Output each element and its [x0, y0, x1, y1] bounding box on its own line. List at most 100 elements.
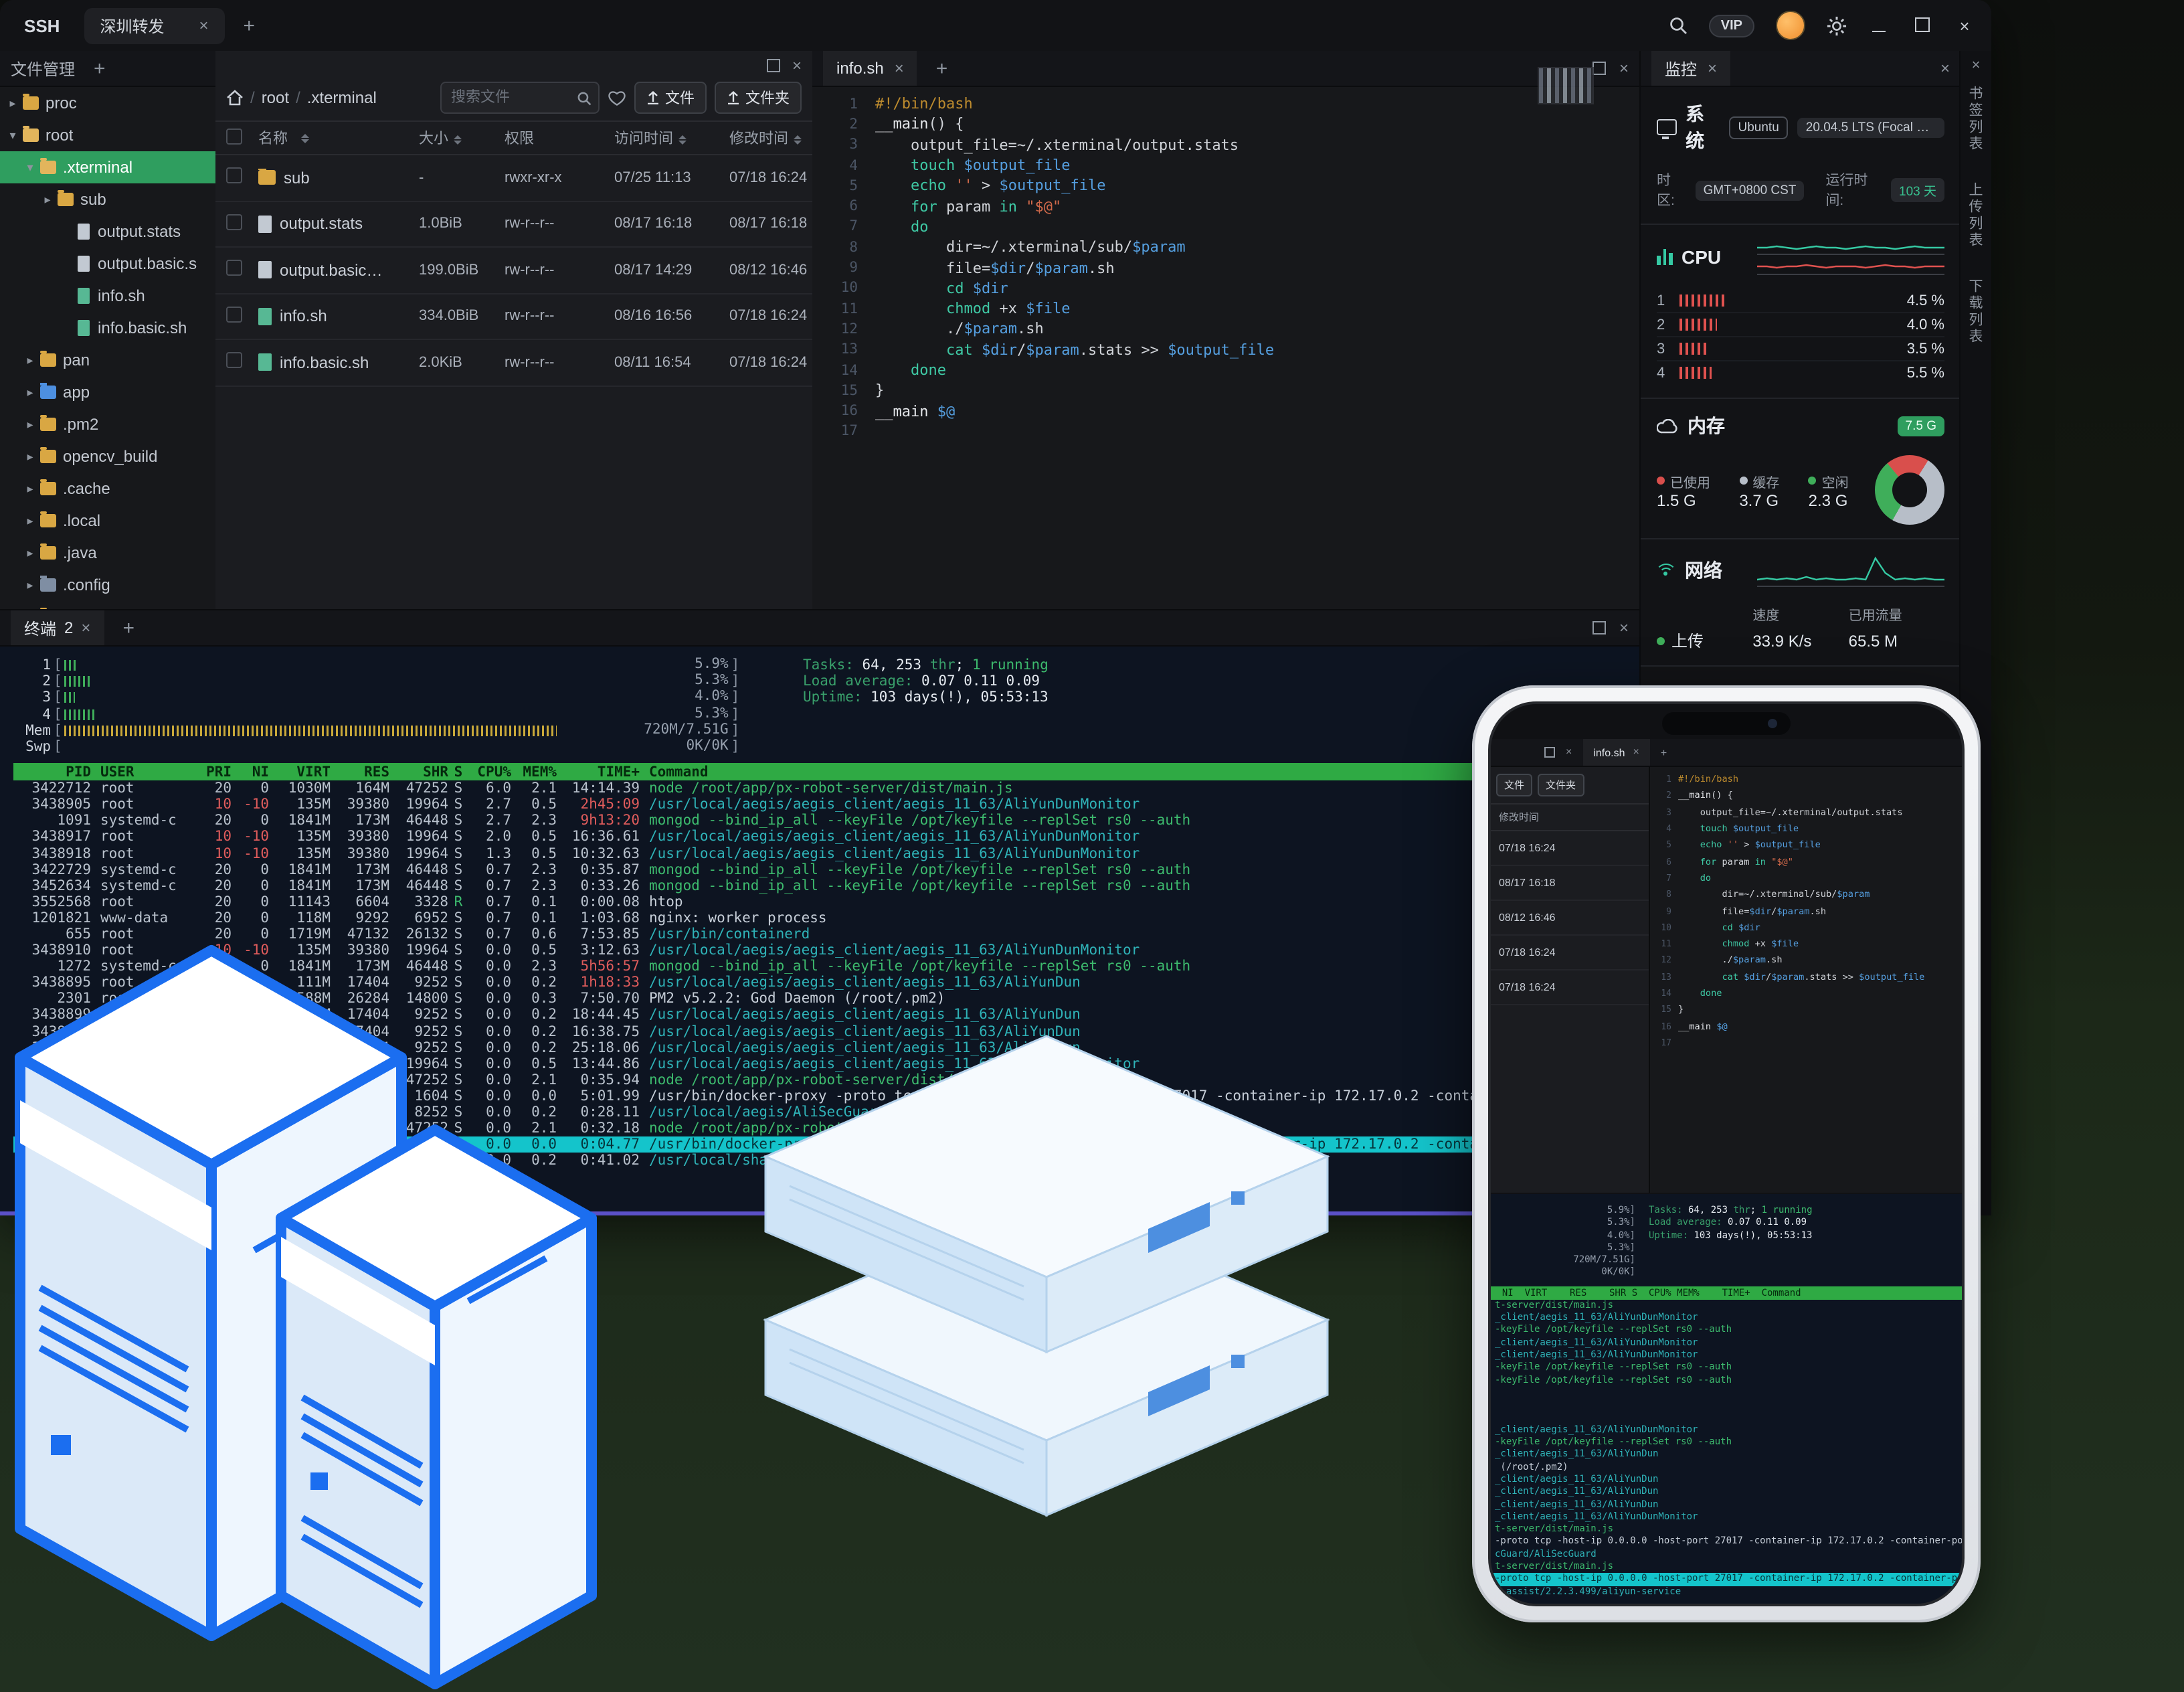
tree-item[interactable]: ▸ pan [0, 344, 215, 376]
tree-expand-icon[interactable]: ▸ [23, 449, 37, 464]
avatar[interactable] [1776, 11, 1805, 40]
process-row[interactable]: 3438901 root 10 -10 98M 12404 8252 S 0.0… [13, 1104, 1639, 1120]
breadcrumb-root[interactable]: root [262, 88, 289, 107]
file-manager-tab[interactable]: 文件管理 [11, 57, 75, 80]
process-row[interactable]: 3422712 root 20 0 1030M 164M 47252 S 6.0… [13, 780, 1639, 796]
process-row[interactable]: 3422729 systemd-c 20 0 1841M 173M 46448 … [13, 861, 1639, 877]
vip-badge[interactable]: VIP [1709, 14, 1754, 37]
select-all-checkbox[interactable] [226, 128, 242, 144]
file-row[interactable]: output.stats 1.0BiB rw-r--r-- 08/17 16:1… [215, 201, 812, 248]
strip-close-icon[interactable]: × [1972, 59, 1981, 74]
search-input[interactable] [448, 88, 577, 107]
process-row[interactable]: 3438917 root 10 -10 135M 39380 19964 S 2… [13, 829, 1639, 845]
tree-item[interactable]: output.stats [0, 216, 215, 248]
tree-item[interactable]: ▸ .config [0, 569, 215, 601]
tree-expand-icon[interactable]: ▸ [40, 192, 55, 207]
process-row[interactable]: 1091 systemd-c 20 0 1841M 173M 46448 S 2… [13, 813, 1639, 829]
code-editor[interactable]: 1#!/bin/bash2__main() {3 output_file=~/.… [812, 87, 1639, 442]
process-row[interactable]: 3422714 root 20 0 1030M 164M 47252 S 0.0… [13, 1120, 1639, 1136]
expand-panel-icon[interactable] [767, 59, 780, 72]
editor-tab-close-icon[interactable]: × [895, 60, 904, 76]
file-search[interactable] [440, 82, 600, 114]
process-row[interactable]: 3438897 root 10 -10 111M 17404 9252 S 0.… [13, 1039, 1639, 1055]
process-row[interactable]: 3438910 root 10 -10 135M 39380 19964 S 0… [13, 942, 1639, 958]
process-row[interactable]: 3452634 systemd-c 20 0 1841M 173M 46448 … [13, 877, 1639, 894]
maximize-button[interactable] [1911, 15, 1932, 35]
breadcrumb-current[interactable]: .xterminal [307, 88, 377, 107]
column-header-name[interactable]: 名称 [258, 127, 419, 149]
column-header-size[interactable]: 大小 [419, 127, 505, 149]
row-checkbox[interactable] [226, 168, 242, 184]
tree-item[interactable]: ▸ sub [0, 183, 215, 216]
process-row[interactable]: 655 root 20 0 1719M 47132 26132 S 0.7 0.… [13, 926, 1639, 942]
process-row[interactable]: 1947 root 20 0 1155M 3328 1604 S 0.0 0.0… [13, 1136, 1639, 1153]
terminal-tab-close-icon[interactable]: × [81, 620, 90, 636]
process-row[interactable]: 2301 root 20 0 588M 26284 14800 S 0.0 0.… [13, 991, 1639, 1007]
row-checkbox[interactable] [226, 214, 242, 230]
close-panel-icon[interactable]: × [1940, 60, 1950, 76]
monitor-tab-close-icon[interactable]: × [1708, 60, 1717, 76]
tree-item[interactable]: ▸ .cache [0, 473, 215, 505]
terminal-output[interactable]: 1[5.9%] 2[5.3%] 3[4.0%] 4[5.3%] [0, 647, 1639, 1169]
expand-panel-icon[interactable] [1592, 62, 1606, 75]
file-row[interactable]: output.basic.stats 199.0BiB rw-r--r-- 08… [215, 248, 812, 294]
file-row[interactable]: info.basic.sh 2.0KiB rw-r--r-- 08/11 16:… [215, 340, 812, 386]
strip-tab[interactable]: 书签列表 [1966, 86, 1986, 153]
search-icon[interactable] [577, 90, 592, 105]
strip-tab[interactable]: 下载列表 [1966, 278, 1986, 345]
favorite-heart-icon[interactable] [608, 89, 626, 106]
process-row[interactable]: 3422713 root 20 0 1030M 164M 47252 S 0.0… [13, 1072, 1639, 1088]
tree-expand-icon[interactable]: ▾ [23, 160, 37, 175]
gear-icon[interactable] [1827, 15, 1847, 35]
expand-panel-icon[interactable] [1592, 621, 1606, 634]
column-header-perm[interactable]: 权限 [505, 127, 614, 149]
tree-expand-icon[interactable]: ▾ [5, 128, 20, 143]
tree-item[interactable]: ▸ opencv_build [0, 440, 215, 473]
window-close-button[interactable]: × [1954, 15, 1975, 35]
upload-folder-button[interactable]: 文件夹 [715, 82, 802, 114]
close-panel-icon[interactable]: × [1619, 60, 1629, 76]
tree-expand-icon[interactable]: ▸ [23, 481, 37, 496]
row-checkbox[interactable] [226, 260, 242, 276]
search-icon[interactable] [1669, 16, 1688, 35]
session-tab[interactable]: 深圳转发 × [84, 7, 224, 44]
process-row[interactable]: 3438896 root 10 -10 111M 17404 9252 S 0.… [13, 1023, 1639, 1039]
process-row[interactable]: 3438895 root 10 -10 111M 17404 9252 S 0.… [13, 975, 1639, 991]
tree-expand-icon[interactable]: ▸ [23, 417, 37, 432]
home-icon[interactable] [226, 90, 244, 106]
process-row[interactable]: 3438899 root 10 -10 111M 17404 9252 S 0.… [13, 1007, 1639, 1023]
tree-expand-icon[interactable]: ▸ [23, 385, 37, 400]
file-row[interactable]: info.sh 334.0BiB rw-r--r-- 08/16 16:56 0… [215, 294, 812, 340]
tree-item[interactable]: info.sh [0, 280, 215, 312]
process-row[interactable]: 3438918 root 10 -10 135M 39380 19964 S 1… [13, 845, 1639, 861]
tree-expand-icon[interactable]: ▸ [5, 96, 20, 110]
tree-item[interactable]: ▸ proc [0, 87, 215, 119]
tree-item[interactable]: ▸ app [0, 376, 215, 408]
strip-tab[interactable]: 上传列表 [1966, 182, 1986, 249]
close-panel-icon[interactable]: × [792, 58, 802, 74]
monitor-tab[interactable]: 监控 × [1651, 51, 1730, 86]
tree-item[interactable]: ▸ .local [0, 505, 215, 537]
upload-file-button[interactable]: 文件 [634, 82, 707, 114]
process-row[interactable]: 1201821 www-data 20 0 118M 9292 6952 S 0… [13, 910, 1639, 926]
tree-expand-icon[interactable]: ▸ [23, 578, 37, 592]
column-header-atime[interactable]: 访问时间 [614, 127, 729, 149]
tree-item[interactable]: ▸ .java [0, 537, 215, 569]
tree-item[interactable]: output.basic.s [0, 248, 215, 280]
tree-item[interactable]: info.basic.sh [0, 312, 215, 344]
session-tab-close-icon[interactable]: × [199, 17, 209, 33]
tree-expand-icon[interactable]: ▸ [23, 545, 37, 560]
new-editor-tab-button[interactable]: + [936, 58, 948, 78]
tree-item[interactable]: ▾ .xterminal [0, 151, 215, 183]
tree-expand-icon[interactable]: ▸ [23, 353, 37, 367]
process-row[interactable]: 3438920 root 10 -10 135M 39380 19964 S 0… [13, 1055, 1639, 1072]
editor-tab[interactable]: info.sh × [823, 51, 917, 86]
row-checkbox[interactable] [226, 307, 242, 323]
tree-expand-icon[interactable]: ▸ [23, 513, 37, 528]
tree-item[interactable]: ▸ .pm2 [0, 408, 215, 440]
minimize-button[interactable] [1868, 15, 1890, 35]
terminal-tab[interactable]: 终端 2 × [11, 610, 104, 645]
new-terminal-button[interactable]: + [122, 618, 134, 638]
process-row[interactable]: 1272 systemd-c 20 0 1841M 173M 46448 S 0… [13, 958, 1639, 975]
file-row[interactable]: sub - rwxr-xr-x 07/25 11:13 07/18 16:24 [215, 155, 812, 201]
